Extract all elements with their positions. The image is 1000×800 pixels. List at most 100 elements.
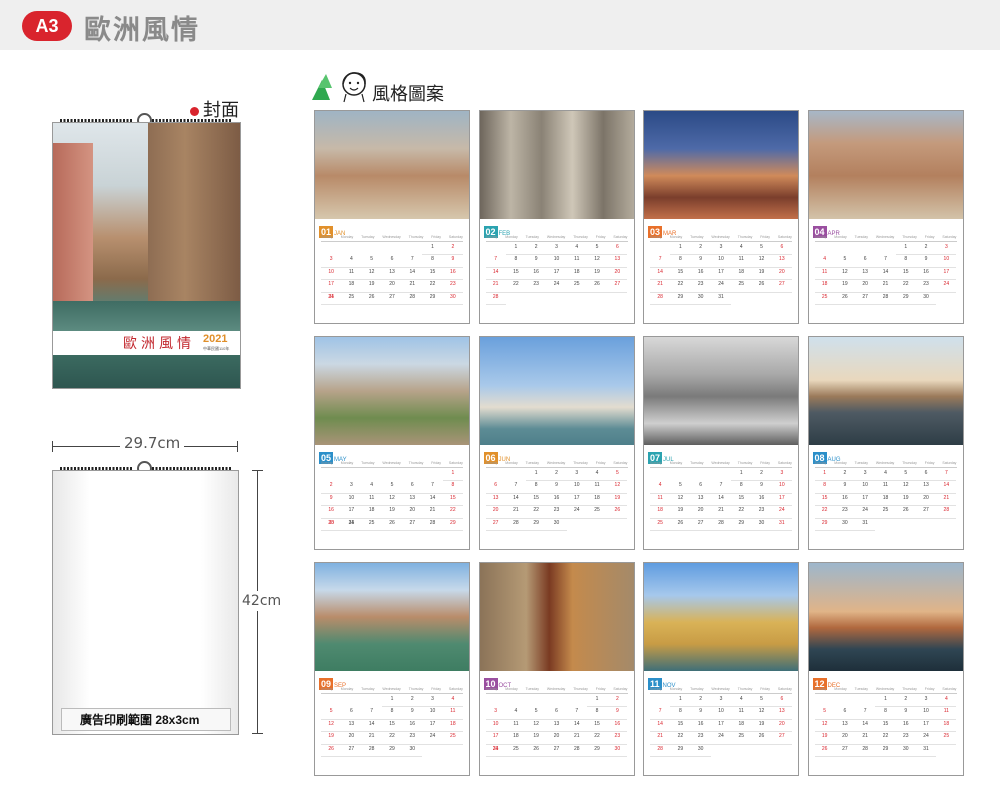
day-cell: 13 [341,719,362,733]
day-cell: 20 [341,731,362,745]
day-cell: 31 [915,744,937,757]
cover-photo-venice-canal [53,123,240,331]
month-day-grid: 1 2 3 4 5 6 7 8 9 10 11 12 13 14 15 16 17 18 19 20 21 22 23 24 2… [814,693,957,757]
weekday-label: Friday [431,235,441,239]
weekday-label: Tuesday [525,461,539,465]
weekday-label: Saturday [942,235,957,239]
month-day-grid: 1 2 3 4 5 6 7 8 9 10 11 12 13 14 15 16 17 18 19 20 21 22 23 24 2… [650,467,792,531]
day-cell: 30 [895,744,916,757]
day-cell: 8 [670,254,691,268]
weekday-label: Tuesday [690,235,704,239]
day-cell: 7 [566,706,587,720]
day-cell: 4 [814,254,835,268]
day-cell: 3 [321,254,342,268]
day-cell: 20 [771,267,792,281]
day-cell: 5 [526,706,547,720]
month-photo-palazzo [644,563,798,671]
day-cell: 25 [731,279,752,293]
day-cell: 13 [381,267,403,281]
day-cell: 12 [361,267,382,281]
day-cell: 31 [855,518,876,531]
day-cell: 25 [505,744,527,757]
weekday-label: Tuesday [525,687,539,691]
day-cell: 16 [607,719,628,733]
day-cell: 6 [485,480,506,494]
day-cell: 22 [875,731,896,745]
weekday-label: Thursday [573,687,588,691]
month-card-nov: 11 NOV Sunday Monday Tuesday Wednesday Thursda… [643,562,799,776]
day-cell: 7 [422,480,443,494]
day-cell: 10 [855,480,876,494]
day-cell: 24 [546,279,567,293]
day-cell: 28 [422,518,443,531]
day-cell: 7 [361,706,382,720]
weekday-label: Monday [669,461,683,465]
day-cell: 3 [915,694,937,708]
weekday-label: Tuesday [525,235,539,239]
day-cell: 20 [546,731,567,745]
month-label: 02 FEB [483,222,510,238]
weekday-label: Sunday [321,235,333,239]
day-cell: 30 [690,292,711,305]
cover-sublabel: 中華民國110年 [203,346,230,351]
day-cell: 19 [586,267,608,281]
day-cell: 11 [341,267,362,281]
day-cell: 9 [751,480,772,494]
day-cell: 6 [834,706,856,720]
day-cell: 21 [710,505,732,519]
month-day-grid: 1 2 3 4 5 6 7 8 9 10 11 12 13 14 15 16 17 18 19 20 21 22 23 24 2… [650,693,792,757]
weekday-label: Saturday [613,687,628,691]
day-cell: 23 [607,731,628,745]
day-cell: 22 [586,731,608,745]
day-cell: 1 [526,468,547,482]
day-cell: 3 [855,468,876,482]
day-cell: 9 [690,706,711,720]
day-cell: 17 [710,719,732,733]
day-cell: 8 [526,480,547,494]
day-cell: 17 [771,493,792,507]
day-cell: 10 [710,254,732,268]
weekday-label: Sunday [321,461,333,465]
day-cell: 29 [586,744,608,757]
weekday-label: Saturday [942,687,957,691]
weekday-label: Wednesday [382,461,401,465]
day-cell: 3 [422,694,443,708]
day-cell: 31 [485,744,506,757]
weekday-label: Wednesday [711,687,730,691]
width-dimension-label: 29.7cm [120,434,185,452]
cover-photo-building-left [53,143,93,313]
month-card-dec: 12 DEC Sunday Monday Tuesday Wednesday Thursda… [807,562,964,776]
day-cell: 14 [855,719,876,733]
width-dimension-cap-left [52,441,53,452]
day-cell: 2 [915,242,937,256]
day-cell: 13 [607,254,628,268]
day-cell: 20 [381,279,403,293]
day-cell: 5 [670,480,691,494]
weekday-label: Sunday [485,461,498,465]
width-dimension-cap-right [237,441,238,452]
day-cell: 26 [895,505,916,519]
day-cell: 15 [814,493,835,507]
month-photo-church-island [479,337,634,445]
weekday-label: Thursday [408,687,424,691]
cover-photo-water [53,301,240,331]
day-cell: 2 [321,480,342,494]
day-cell: 16 [834,493,856,507]
weekday-label: Sunday [321,687,333,691]
day-cell: 16 [690,719,711,733]
day-cell: 26 [670,518,691,531]
day-cell: 13 [485,493,506,507]
day-cell: 26 [586,279,608,293]
day-cell: 28 [402,292,423,305]
day-cell: 27 [546,744,567,757]
day-cell: 27 [855,292,876,305]
day-cell: 31 [341,518,362,531]
day-cell: 15 [586,719,608,733]
weekday-label: Friday [760,461,770,465]
day-cell: 23 [442,279,463,293]
day-cell: 17 [710,267,732,281]
month-card-may: 05 MAY Sunday Monday Tuesday Wednesday Thursda… [314,336,470,550]
day-cell: 9 [526,254,547,268]
day-cell: 26 [751,279,772,293]
day-cell: 15 [526,493,547,507]
